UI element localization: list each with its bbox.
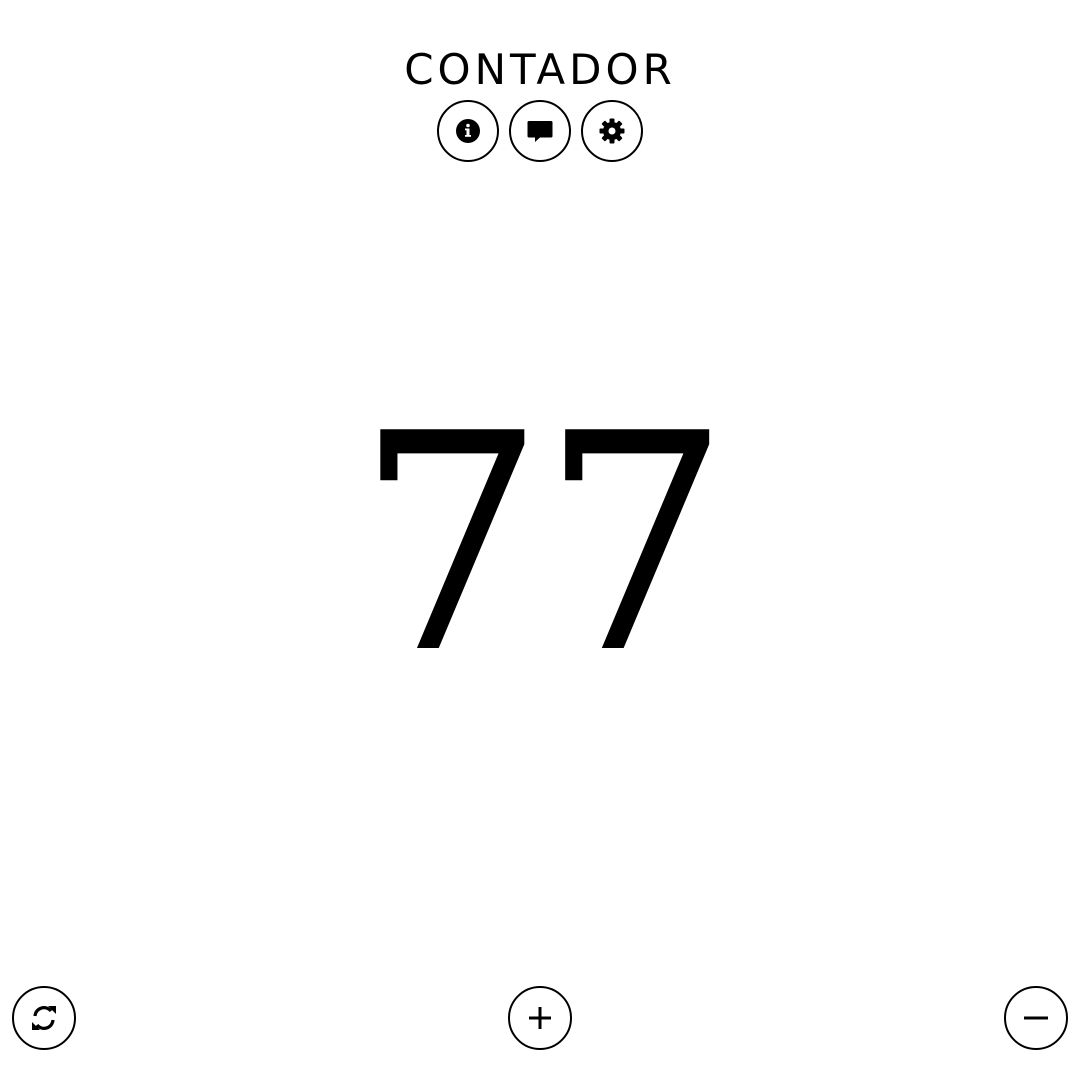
feedback-button[interactable] <box>509 100 571 162</box>
settings-button[interactable] <box>581 100 643 162</box>
info-icon <box>456 119 480 143</box>
counter-value: 77 <box>355 370 731 719</box>
plus-icon <box>529 1007 551 1029</box>
minus-icon <box>1024 1016 1048 1020</box>
decrement-control <box>1004 986 1068 1050</box>
increment-control <box>508 986 572 1050</box>
comment-icon <box>527 121 553 142</box>
refresh-icon <box>32 1006 56 1030</box>
increment-button[interactable] <box>508 986 572 1050</box>
reset-control <box>12 986 76 1050</box>
top-toolbar <box>0 100 1080 162</box>
header: CONTADOR <box>0 46 1080 94</box>
reset-button[interactable] <box>12 986 76 1050</box>
info-button[interactable] <box>437 100 499 162</box>
gear-icon <box>599 118 625 144</box>
decrement-button[interactable] <box>1004 986 1068 1050</box>
page-title: CONTADOR <box>404 45 676 94</box>
